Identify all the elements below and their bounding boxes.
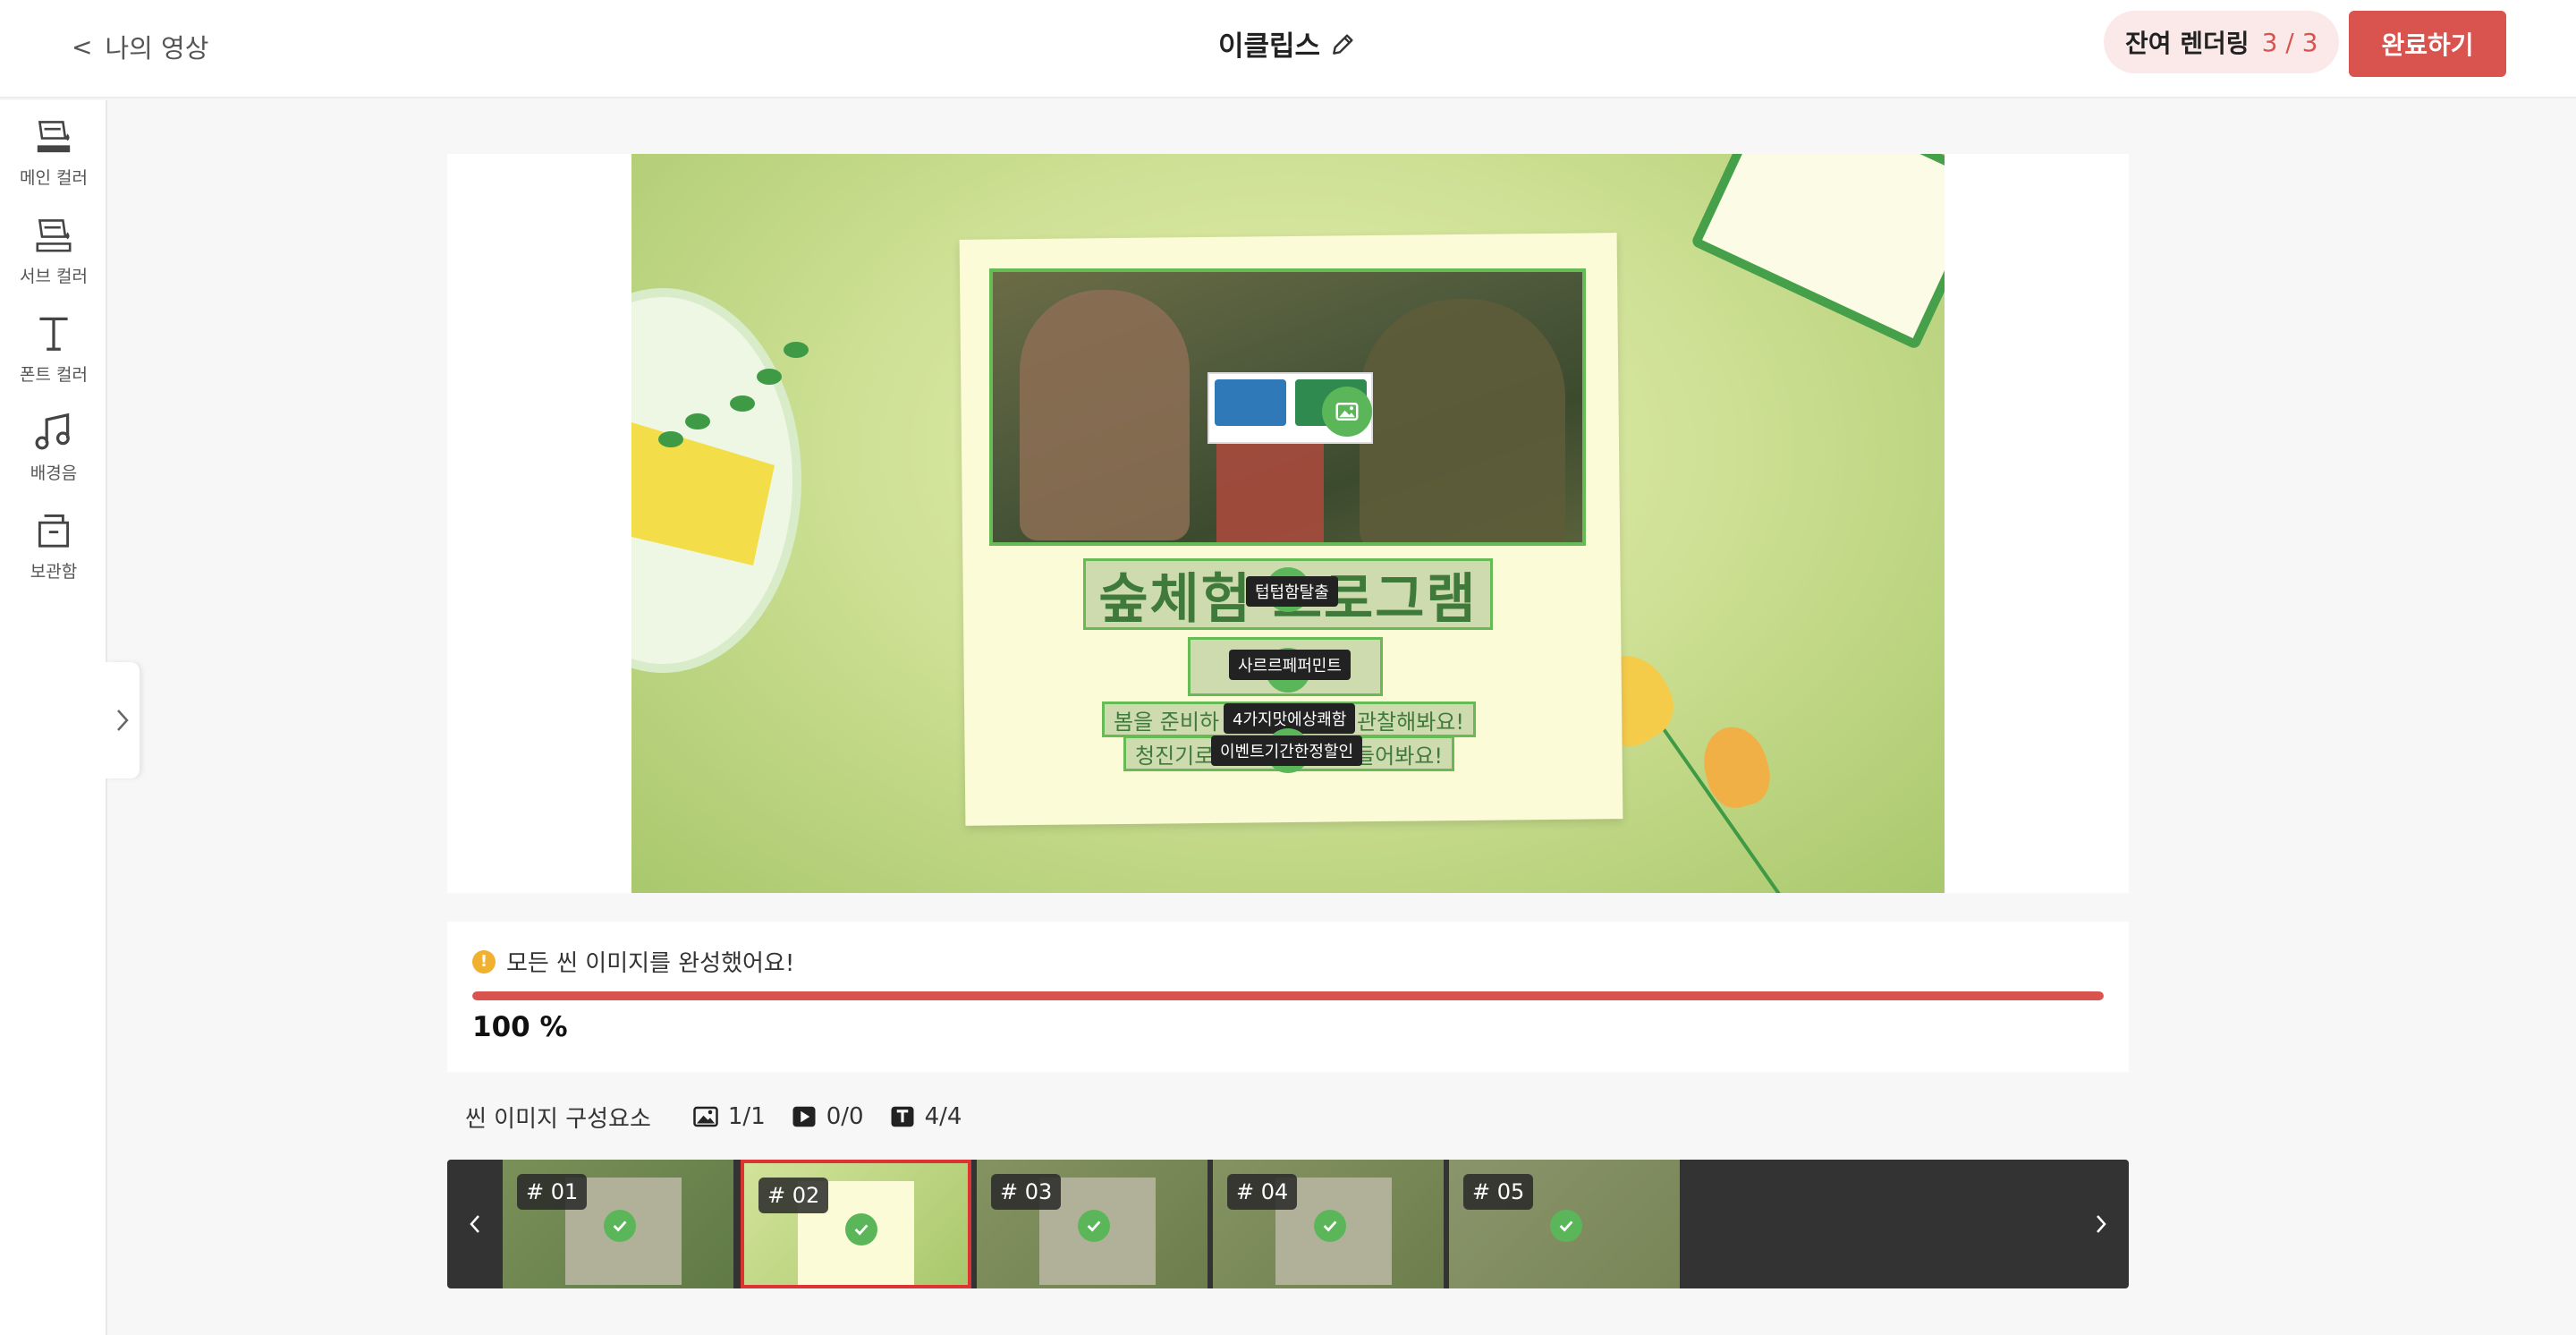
sidebar-item-archive[interactable]: 보관함	[0, 506, 107, 596]
render-count: 3 / 3	[2261, 27, 2318, 57]
progress-panel: ! 모든 씬 이미지를 완성했어요! 100 %	[447, 922, 2129, 1072]
sidebar-item-label: 폰트 컬러	[20, 365, 88, 385]
scene-number: # 03	[991, 1174, 1062, 1210]
chevron-left-icon: <	[72, 31, 93, 62]
chevron-right-icon	[117, 710, 129, 731]
sidebar-item-label: 배경음	[30, 463, 78, 483]
scene-number: # 02	[758, 1178, 829, 1213]
music-note-icon	[35, 412, 70, 450]
scene-thumbnail-02[interactable]: # 02	[741, 1160, 971, 1288]
image-count-item: 1/1	[692, 1103, 766, 1130]
sidebar-item-label: 메인 컬러	[20, 168, 88, 188]
video-count-item: 0/0	[791, 1103, 864, 1130]
paint-bucket-icon	[37, 121, 71, 153]
body-line2-left: 청진기로	[1135, 743, 1215, 769]
complete-button[interactable]: 완료하기	[2349, 11, 2506, 77]
sidebar-item-main-color[interactable]: 메인 컬러	[0, 113, 107, 202]
text-count-item: 4/4	[889, 1103, 962, 1130]
components-label: 씬 이미지 구성요소	[465, 1105, 651, 1133]
exclamation-icon: !	[472, 949, 496, 974]
leaf-decoration	[757, 369, 782, 385]
back-label: 나의 영상	[105, 33, 209, 64]
person-figure	[1360, 299, 1565, 542]
body-line1-left: 봄을 준비하	[1114, 709, 1220, 735]
chevron-right-icon	[2097, 1215, 2106, 1233]
text-count: 4/4	[924, 1103, 962, 1130]
book-illustration	[1690, 154, 1945, 351]
leaf-decoration	[784, 342, 809, 358]
timeline-prev-button[interactable]	[447, 1160, 503, 1288]
edit-title-icon[interactable]	[1329, 30, 1358, 58]
text-tag: 텁텁함탈출	[1246, 576, 1338, 607]
check-icon	[1078, 1210, 1110, 1242]
top-header: < 나의 영상 이클립스 잔여 렌더링 3 / 3 완료하기	[0, 0, 2576, 98]
text-tag: 사르르페퍼민트	[1229, 650, 1351, 680]
image-count: 1/1	[727, 1103, 766, 1130]
check-icon	[1550, 1210, 1582, 1242]
scene-canvas: 숲체험 프로그램 “ ” 봄을 준비하 관찰해봐요! 청진기로 들어봐요! 텁텁…	[631, 154, 1945, 893]
progress-message-text: 모든 씬 이미지를 완성했어요!	[506, 950, 795, 977]
sidebar-item-sub-color[interactable]: 서브 컬러	[0, 211, 107, 301]
text-tag: 이벤트기간한정할인	[1211, 736, 1363, 766]
scene-thumbnail-03[interactable]: # 03	[977, 1160, 1208, 1288]
left-sidebar: 메인 컬러 서브 컬러 폰트 컬러 배경음 보관함	[0, 100, 107, 1335]
scene-number: # 04	[1227, 1174, 1298, 1210]
scene-thumbnail-01[interactable]: # 01	[503, 1160, 733, 1288]
back-to-my-videos-link[interactable]: < 나의 영상	[72, 27, 208, 66]
image-icon	[693, 1106, 718, 1127]
scene-thumbnail-05[interactable]: # 05	[1449, 1160, 1680, 1288]
progress-percent: 100 %	[472, 1011, 568, 1043]
progress-bar	[472, 991, 2104, 1000]
body-line2-right: 들어봐요!	[1355, 743, 1443, 769]
render-label: 잔여 렌더링	[2125, 29, 2250, 58]
timeline-next-button[interactable]	[2073, 1160, 2129, 1288]
body-line1-right: 관찰해봐요!	[1356, 709, 1464, 735]
sidebar-item-bgm[interactable]: 배경음	[0, 408, 107, 497]
project-title: 이클립스	[1217, 30, 1321, 63]
archive-box-icon	[38, 514, 70, 548]
sidebar-item-font-color[interactable]: 폰트 컬러	[0, 310, 107, 399]
video-count: 0/0	[826, 1103, 864, 1130]
image-icon[interactable]	[1322, 387, 1372, 437]
product-pack	[1215, 379, 1286, 426]
leaf-decoration	[658, 431, 683, 447]
check-icon	[845, 1213, 877, 1246]
flower-illustration	[1695, 719, 1777, 814]
scene-number: # 05	[1463, 1174, 1534, 1210]
sidebar-expand-toggle[interactable]	[106, 662, 140, 778]
scene-thumbnail-04[interactable]: # 04	[1213, 1160, 1444, 1288]
text-icon	[891, 1106, 914, 1127]
paint-bucket-icon	[36, 219, 72, 252]
text-icon	[39, 317, 68, 351]
scene-number: # 01	[517, 1174, 588, 1210]
scene-timeline: # 01 # 02 # 03 # 04 # 05	[447, 1160, 2129, 1288]
play-icon	[792, 1106, 816, 1127]
person-figure	[1020, 290, 1190, 540]
scene-preview-panel: 숲체험 프로그램 “ ” 봄을 준비하 관찰해봐요! 청진기로 들어봐요! 텁텁…	[447, 154, 2129, 893]
remaining-render-badge: 잔여 렌더링 3 / 3	[2104, 11, 2340, 73]
progress-message: ! 모든 씬 이미지를 완성했어요!	[472, 945, 794, 978]
chevron-left-icon	[470, 1215, 479, 1233]
sidebar-item-label: 서브 컬러	[20, 267, 88, 286]
scene-photo-slot[interactable]	[989, 268, 1586, 546]
progress-bar-fill	[472, 991, 2104, 1000]
leaf-decoration	[685, 413, 710, 429]
check-icon	[1314, 1210, 1346, 1242]
sidebar-item-label: 보관함	[30, 562, 78, 582]
scene-components-row: 씬 이미지 구성요소 1/1 0/0 4/4	[465, 1099, 987, 1135]
check-icon	[604, 1210, 636, 1242]
image-glyph	[1335, 403, 1359, 421]
leaf-decoration	[730, 395, 755, 412]
